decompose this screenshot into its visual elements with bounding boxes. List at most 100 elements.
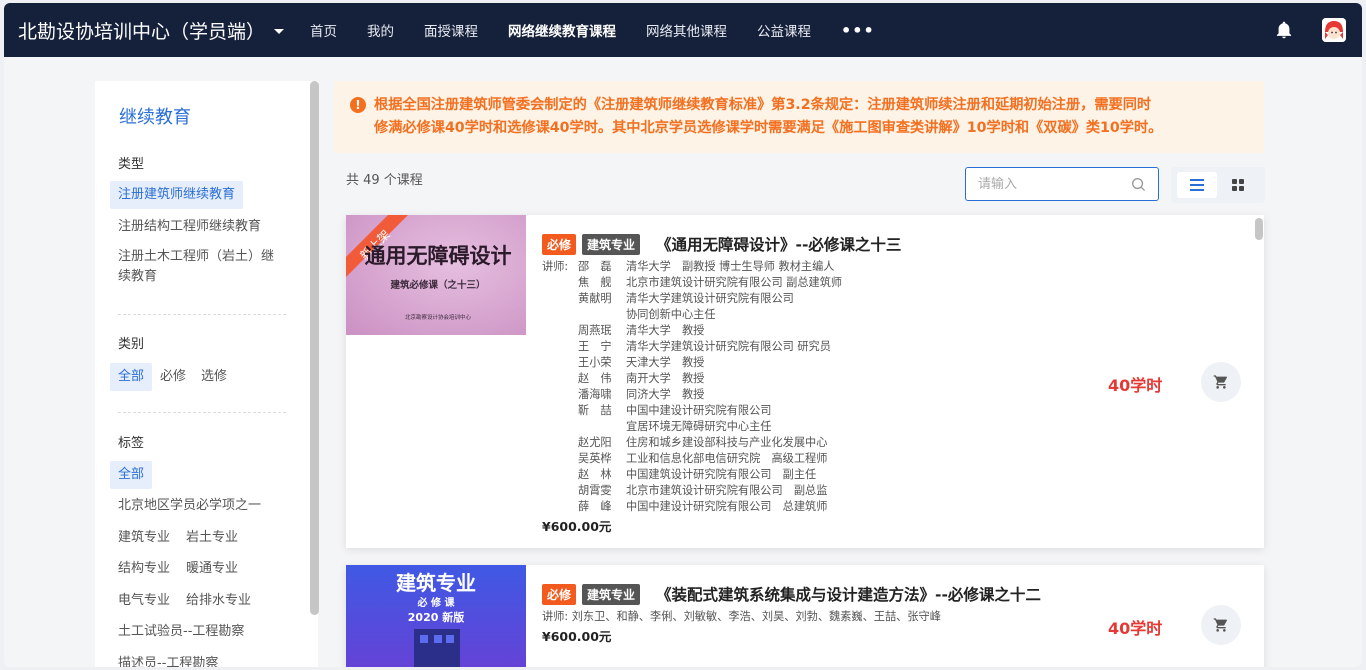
- add-to-cart-button[interactable]: [1201, 605, 1241, 645]
- teacher-row: 赵尤阳 住房和城乡建设部科技与产业化发展中心: [542, 435, 842, 451]
- search-icon[interactable]: [1131, 177, 1146, 192]
- list-view-button[interactable]: [1177, 172, 1217, 198]
- course-card[interactable]: 新上架 通用无障碍设计 建筑必修课（之十三） 北京勘察设计协会培训中心 必修 建…: [346, 215, 1264, 548]
- top-navbar: 北勘设协培训中心（学员端） 首页 我的 面授课程 网络继续教育课程 网络其他课程…: [4, 3, 1362, 57]
- teacher-affiliation: 清华大学建筑设计研究院有限公司 研究员: [626, 340, 831, 353]
- brand-title: 北勘设协培训中心（学员端）: [18, 20, 266, 43]
- teacher-row: 薛 峰 中国中建设计研究院有限公司 总建筑师: [542, 499, 842, 515]
- tag-section-title: 标签: [118, 436, 145, 451]
- teacher-affiliation: 天津大学 教授: [626, 356, 705, 369]
- divider: [118, 412, 286, 413]
- teacher-affiliation: 协同创新中心主任: [626, 308, 716, 321]
- course-price: ¥600.00元: [542, 519, 612, 534]
- course-card[interactable]: 建筑专业 必 修 课 2020 新版 必修 建筑专业 《装配式建筑系统集成与设计…: [346, 565, 1264, 667]
- teacher-row: 吴英桦 工业和信息化部电信研究院 高级工程师: [542, 451, 842, 467]
- teacher-label: [542, 355, 578, 371]
- type-filter-architect[interactable]: 注册建筑师继续教育: [110, 181, 244, 209]
- teacher-label: [542, 387, 578, 403]
- thumb-subtitle: 必 修 课: [417, 596, 456, 609]
- tag-filter-soil-test[interactable]: 土工试验员--工程勘察: [118, 622, 244, 642]
- tag-filter-plumbing[interactable]: 给排水专业: [186, 591, 251, 611]
- teacher-row: 赵 林 中国建筑设计研究院有限公司 副主任: [542, 467, 842, 483]
- tag-filter-hvac[interactable]: 暖通专业: [186, 559, 238, 579]
- tag-filter-architecture[interactable]: 建筑专业: [118, 528, 170, 548]
- teacher-name: 靳 喆: [578, 404, 612, 417]
- tag-filter-descriptor[interactable]: 描述员--工程勘察: [118, 654, 218, 667]
- teacher-affiliation: 工业和信息化部电信研究院 高级工程师: [626, 452, 828, 465]
- nav-offline-courses[interactable]: 面授课程: [424, 20, 478, 40]
- tag-filter-beijing[interactable]: 北京地区学员必学项之一: [118, 496, 261, 516]
- nav-home[interactable]: 首页: [310, 20, 337, 40]
- teacher-name: 周燕珉: [578, 324, 612, 337]
- teacher-row: 潘海啸 同济大学 教授: [542, 387, 842, 403]
- tag-filter-electrical[interactable]: 电气专业: [118, 591, 170, 611]
- category-filter-all[interactable]: 全部: [110, 363, 153, 391]
- type-filter-structural[interactable]: 注册结构工程师继续教育: [118, 217, 261, 237]
- teacher-label: [542, 403, 578, 419]
- course-price: ¥600.00元: [542, 629, 612, 644]
- teacher-affiliation: 宜居环境无障碍研究中心主任: [626, 420, 772, 433]
- nav-online-other-courses[interactable]: 网络其他课程: [646, 20, 727, 40]
- course-header: 必修 建筑专业 《通用无障碍设计》--必修课之十三: [542, 233, 901, 255]
- tag-filter-geotech[interactable]: 岩土专业: [186, 528, 238, 548]
- app-window: 北勘设协培训中心（学员端） 首页 我的 面授课程 网络继续教育课程 网络其他课程…: [4, 3, 1362, 667]
- teacher-name: 黄献明: [578, 292, 612, 305]
- category-filter-required[interactable]: 必修: [160, 367, 186, 387]
- teacher-name: 潘海啸: [578, 388, 612, 401]
- teacher-name: 王 宁: [578, 340, 612, 353]
- brand-dropdown[interactable]: 北勘设协培训中心（学员端）: [18, 17, 285, 44]
- category-filter-elective[interactable]: 选修: [201, 367, 227, 387]
- teacher-label: [542, 307, 578, 323]
- required-badge: 必修: [542, 233, 577, 255]
- type-filter-geotech[interactable]: 注册土木工程师（岩土）继: [118, 247, 274, 267]
- teacher-name: 焦 舰: [578, 276, 612, 289]
- teacher-name: 邵 磊: [578, 260, 612, 273]
- list-icon: [1190, 179, 1204, 191]
- course-thumbnail[interactable]: 建筑专业 必 修 课 2020 新版: [346, 565, 526, 667]
- category-section-title: 类别: [118, 337, 145, 352]
- teacher-affiliation: 清华大学建筑设计研究院有限公司: [626, 292, 794, 305]
- course-title[interactable]: 《装配式建筑系统集成与设计建造方法》--必修课之十二: [656, 583, 1041, 605]
- tag-filter-all[interactable]: 全部: [110, 461, 153, 489]
- search-input[interactable]: [978, 168, 1128, 200]
- tag-filter-structure[interactable]: 结构专业: [118, 559, 170, 579]
- teacher-label: [542, 339, 578, 355]
- nav-online-ce-courses[interactable]: 网络继续教育课程: [508, 20, 616, 40]
- list-scrollbar[interactable]: [1255, 218, 1263, 240]
- teacher-label: [542, 419, 578, 435]
- teacher-label: [542, 451, 578, 467]
- teacher-row: 宜居环境无障碍研究中心主任: [542, 419, 842, 435]
- teacher-name: 薛 峰: [578, 500, 612, 513]
- teacher-row: 周燕珉 清华大学 教授: [542, 323, 842, 339]
- type-filter-geotech-cont[interactable]: 续教育: [118, 267, 157, 287]
- avatar-icon[interactable]: [1322, 18, 1346, 42]
- teacher-affiliation: 住房和城乡建设部科技与产业化发展中心: [626, 436, 828, 449]
- teacher-name: 赵 伟: [578, 372, 612, 385]
- nav-public-courses[interactable]: 公益课程: [757, 20, 811, 40]
- teacher-label: [542, 275, 578, 291]
- course-thumbnail[interactable]: 新上架 通用无障碍设计 建筑必修课（之十三） 北京勘察设计协会培训中心: [346, 215, 526, 335]
- bell-icon[interactable]: [1274, 20, 1294, 40]
- notice-text: 根据全国注册建筑师管委会制定的《注册建筑师继续教育标准》第3.2条规定：注册建筑…: [374, 94, 1254, 140]
- sidebar-scrollbar[interactable]: [310, 81, 319, 615]
- teacher-affiliation: 北京市建筑设计研究院有限公司 副总监: [626, 484, 828, 497]
- course-title[interactable]: 《通用无障碍设计》--必修课之十三: [656, 233, 901, 255]
- teacher-label: 讲师:: [542, 260, 569, 273]
- course-hours: 40学时: [1108, 619, 1163, 638]
- grid-view-button[interactable]: [1219, 172, 1259, 198]
- nav-mine[interactable]: 我的: [367, 20, 394, 40]
- notice-banner: ! 根据全国注册建筑师管委会制定的《注册建筑师继续教育标准》第3.2条规定：注册…: [334, 81, 1264, 153]
- add-to-cart-button[interactable]: [1201, 362, 1241, 402]
- warning-icon: !: [350, 97, 366, 113]
- view-toggle: [1171, 167, 1265, 203]
- teacher-row: 靳 喆 中国中建设计研究院有限公司: [542, 403, 842, 419]
- teacher-row: 赵 伟 南开大学 教授: [542, 371, 842, 387]
- cart-icon: [1213, 375, 1227, 389]
- teacher-label: [542, 483, 578, 499]
- teacher-name: 赵尤阳: [578, 436, 612, 449]
- teacher-label: [542, 467, 578, 483]
- teacher-row: 协同创新中心主任: [542, 307, 842, 323]
- teacher-name: [578, 307, 626, 323]
- more-icon[interactable]: •••: [841, 21, 875, 40]
- teacher-affiliation: 中国建筑设计研究院有限公司 副主任: [626, 468, 817, 481]
